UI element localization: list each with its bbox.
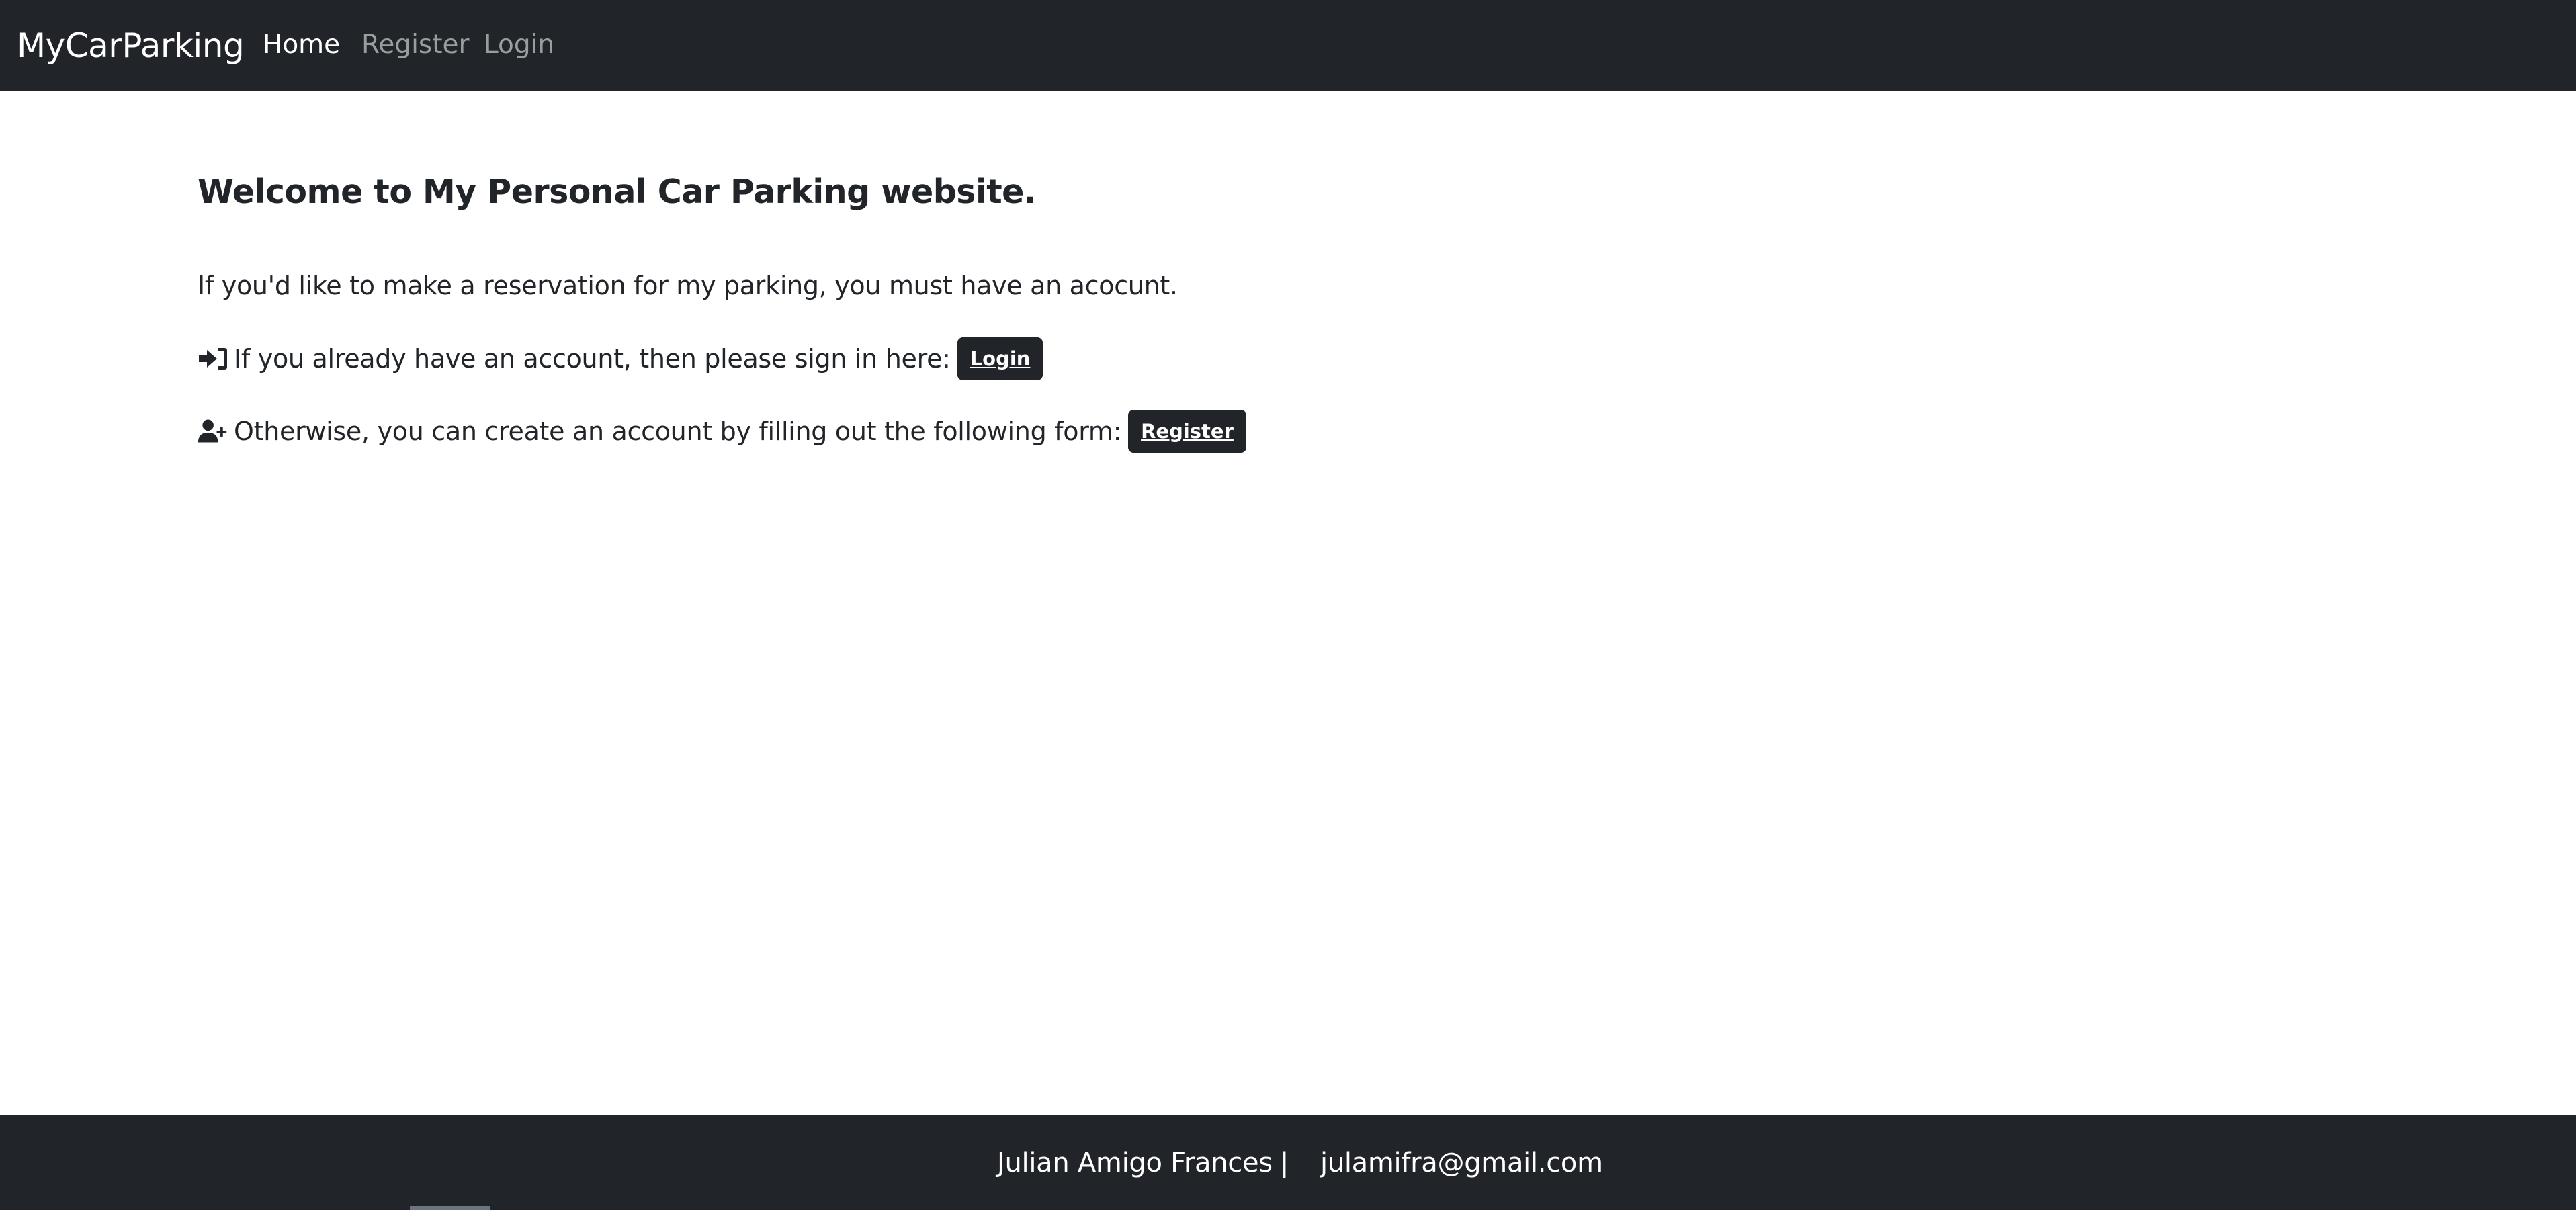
nav-link-login[interactable]: Login [484, 27, 554, 63]
login-row: If you already have an account, then ple… [198, 337, 1043, 380]
footer-separator: | [1280, 1148, 1289, 1178]
intro-text: If you'd like to make a reservation for … [198, 267, 1178, 304]
page-title: Welcome to My Personal Car Parking websi… [198, 173, 1037, 211]
footer-author-name: Julian Amigo Frances [997, 1148, 1273, 1178]
brand-link[interactable]: MyCarParking [17, 23, 245, 69]
login-row-text: If you already have an account, then ple… [234, 344, 951, 374]
nav-link-register[interactable]: Register [361, 27, 470, 63]
nav-link-home[interactable]: Home [263, 27, 340, 63]
register-button[interactable]: Register [1128, 410, 1246, 453]
intro-label: If you'd like to make a reservation for … [198, 271, 1178, 300]
user-plus-icon [198, 418, 228, 445]
footer-scroll-tab [410, 1206, 490, 1210]
sign-in-icon [198, 345, 228, 372]
login-button[interactable]: Login [957, 337, 1043, 380]
footer-email: julamifra@gmail.com [1320, 1148, 1603, 1178]
register-row: Otherwise, you can create an account by … [198, 410, 1246, 453]
top-navbar: MyCarParking Home Register Login [0, 0, 2576, 91]
register-row-text: Otherwise, you can create an account by … [234, 417, 1122, 446]
